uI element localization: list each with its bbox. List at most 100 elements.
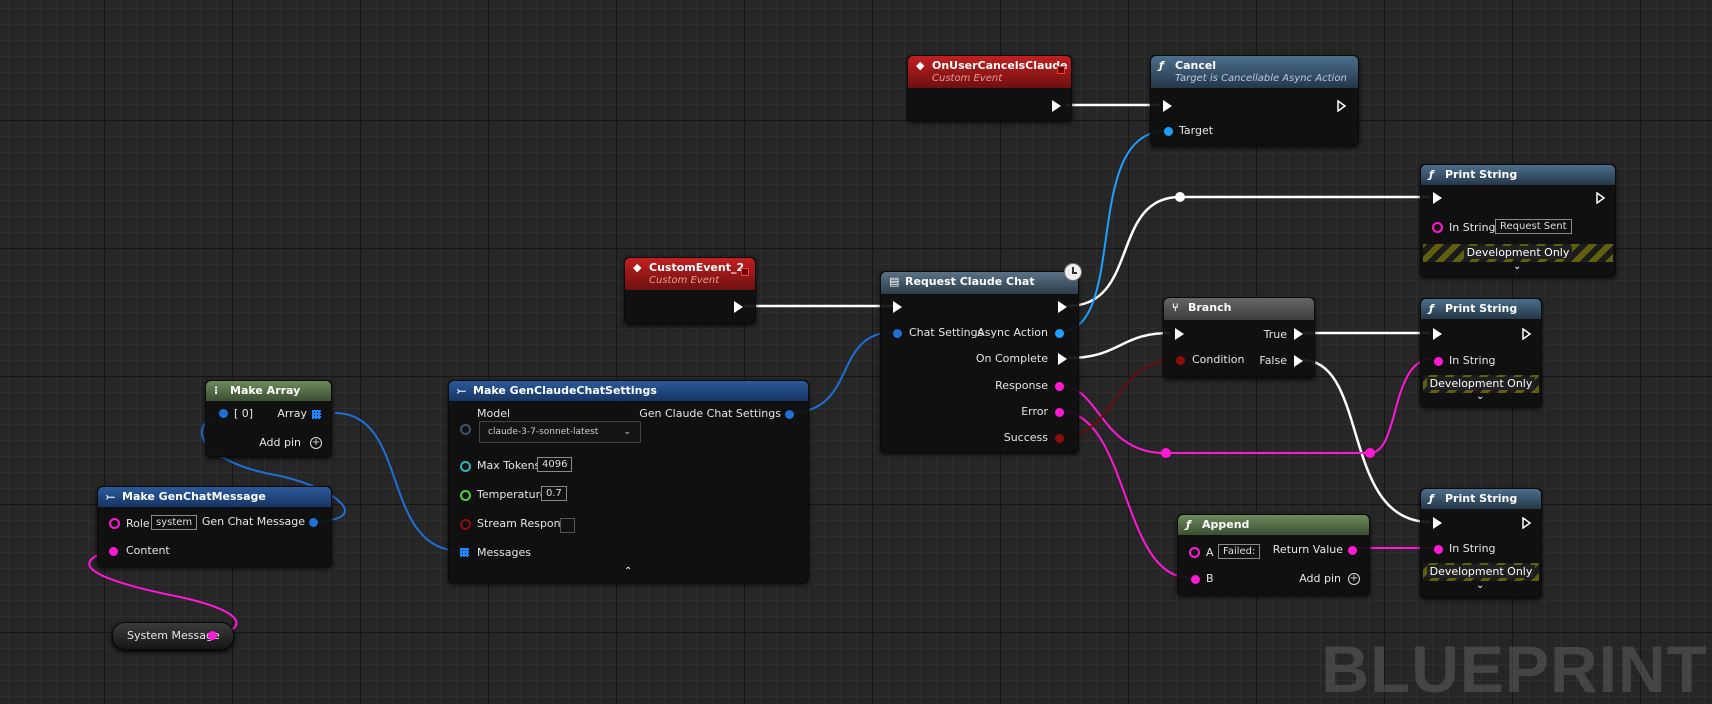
node-header[interactable]: ◆ OnUserCancelsClaude Custom Event (908, 56, 1071, 88)
node-header[interactable]: ƒ Append (1178, 515, 1369, 535)
node-make-gen-chat-message[interactable]: ⤚ Make GenChatMessage Role system Gen Ch… (97, 486, 332, 567)
node-branch[interactable]: ⑂ Branch True Condition False (1163, 297, 1315, 378)
error-output-pin[interactable] (1055, 408, 1064, 417)
exec-input-pin[interactable] (893, 301, 902, 313)
stream-response-checkbox[interactable] (560, 518, 575, 533)
model-value: claude-3-7-sonnet-latest (488, 427, 599, 437)
node-header[interactable]: ⤚ Make GenClaudeChatSettings (449, 381, 808, 401)
settings-output-pin[interactable] (785, 410, 794, 419)
expand-chevron-icon[interactable]: ⌄ (1476, 581, 1484, 591)
exec-output-pin[interactable] (1522, 517, 1532, 529)
add-pin-icon[interactable]: + (1348, 573, 1360, 585)
stream-response-input-pin[interactable] (460, 519, 471, 530)
array-output-label: Array (277, 407, 307, 420)
variable-system-message[interactable]: System Message (112, 622, 234, 650)
node-print-string-false[interactable]: ƒ Print String In String Development Onl… (1420, 488, 1542, 598)
expand-chevron-icon[interactable]: ⌄ (1476, 392, 1484, 402)
node-header[interactable]: ƒ Print String (1421, 165, 1615, 185)
delegate-pin-icon[interactable] (1057, 66, 1065, 74)
message-output-pin[interactable] (309, 518, 318, 527)
exec-output-pin[interactable] (1522, 328, 1532, 340)
model-dropdown[interactable]: claude-3-7-sonnet-latest ⌄ (479, 421, 641, 443)
node-header[interactable]: ◆ CustomEvent_2 Custom Event (625, 258, 755, 290)
exec-output-pin[interactable] (1052, 100, 1061, 112)
success-output-pin[interactable] (1055, 434, 1064, 443)
in-string-input-pin[interactable] (1434, 545, 1443, 554)
reroute-knot-string-a[interactable] (1161, 448, 1171, 458)
node-on-user-cancels-claude[interactable]: ◆ OnUserCancelsClaude Custom Event (907, 55, 1072, 121)
a-value-field[interactable]: Failed: (1218, 544, 1261, 559)
latent-clock-icon (1064, 263, 1082, 281)
node-print-string-true[interactable]: ƒ Print String In String Development Onl… (1420, 298, 1542, 407)
make-struct-icon: ⤚ (457, 384, 466, 397)
expand-chevron-icon[interactable]: ⌄ (1513, 262, 1521, 272)
node-append[interactable]: ƒ Append A Failed: Return Value B Add pi… (1177, 514, 1370, 595)
response-output-pin[interactable] (1055, 382, 1064, 391)
messages-input-pin[interactable] (460, 548, 469, 557)
target-input-pin[interactable] (1164, 127, 1173, 136)
add-pin-icon[interactable]: + (310, 437, 322, 449)
node-header[interactable]: ⁝ Make Array (206, 381, 331, 401)
false-exec-pin[interactable] (1294, 355, 1303, 367)
node-header[interactable]: ƒ Print String (1421, 299, 1541, 319)
in-string-input-pin[interactable] (1434, 357, 1443, 366)
node-header[interactable]: ▤ Request Claude Chat (881, 272, 1078, 294)
collapse-chevron-icon[interactable]: ⌃ (624, 567, 632, 577)
node-header[interactable]: ƒ Print String (1421, 489, 1541, 509)
add-pin-label[interactable]: Add pin (1299, 572, 1341, 586)
async-action-output-pin[interactable] (1055, 329, 1064, 338)
condition-label: Condition (1192, 353, 1245, 366)
exec-input-pin[interactable] (1433, 517, 1442, 529)
reroute-knot-exec[interactable] (1175, 192, 1185, 202)
exec-input-pin[interactable] (1163, 100, 1172, 112)
content-input-pin[interactable] (109, 547, 118, 556)
wire-false-print3 (1301, 358, 1431, 524)
condition-input-pin[interactable] (1176, 356, 1185, 365)
delegate-pin-icon[interactable] (741, 268, 749, 276)
node-print-string-request-sent[interactable]: ƒ Print String In String Request Sent De… (1420, 164, 1616, 277)
node-request-claude-chat[interactable]: ▤ Request Claude Chat Chat Settings Asyn… (880, 263, 1082, 453)
node-subtitle: Custom Event (649, 275, 720, 286)
chat-settings-input-pin[interactable] (893, 329, 902, 338)
exec-output-pin[interactable] (734, 301, 743, 313)
role-value-field[interactable]: system (151, 515, 198, 530)
blueprint-graph-canvas[interactable]: ◆ OnUserCancelsClaude Custom Event ƒ Can… (0, 0, 1712, 704)
exec-input-pin[interactable] (1433, 328, 1442, 340)
a-input-pin[interactable] (1189, 547, 1200, 558)
reroute-knot-string-b[interactable] (1365, 448, 1375, 458)
role-input-pin[interactable] (109, 518, 120, 529)
node-make-array[interactable]: ⁝ Make Array [ 0] Array Add pin + (205, 380, 332, 457)
model-input-pin[interactable] (460, 424, 471, 435)
max-tokens-input-pin[interactable] (460, 461, 471, 472)
node-header[interactable]: ƒ Cancel Target is Cancellable Async Act… (1151, 56, 1358, 88)
exec-input-pin[interactable] (1175, 328, 1184, 340)
node-header[interactable]: ⤚ Make GenChatMessage (98, 487, 331, 507)
node-make-gen-claude-chat-settings[interactable]: ⤚ Make GenClaudeChatSettings Model claud… (448, 380, 809, 583)
temperature-field[interactable]: 0.7 (541, 486, 567, 501)
b-input-pin[interactable] (1191, 575, 1200, 584)
temperature-label: Temperature (477, 488, 547, 501)
node-title: Branch (1188, 301, 1232, 314)
exec-output-pin[interactable] (1596, 192, 1606, 204)
b-label: B (1206, 572, 1214, 585)
wire-array-messages (334, 412, 462, 552)
temperature-input-pin[interactable] (460, 490, 471, 501)
exec-output-pin[interactable] (1058, 301, 1067, 313)
node-custom-event-2[interactable]: ◆ CustomEvent_2 Custom Event (624, 257, 756, 324)
add-pin-label[interactable]: Add pin (259, 436, 301, 450)
on-complete-exec-pin[interactable] (1058, 353, 1067, 365)
exec-output-pin[interactable] (1337, 100, 1347, 112)
exec-input-pin[interactable] (1433, 192, 1442, 204)
true-exec-pin[interactable] (1294, 328, 1303, 340)
node-cancel[interactable]: ƒ Cancel Target is Cancellable Async Act… (1150, 55, 1359, 146)
element-0-input-pin[interactable] (219, 409, 228, 418)
in-string-value-field[interactable]: Request Sent (1495, 219, 1572, 234)
in-string-input-pin[interactable] (1432, 222, 1443, 233)
content-label: Content (126, 544, 170, 557)
variable-output-pin[interactable] (208, 631, 217, 640)
return-value-output-pin[interactable] (1348, 546, 1357, 555)
max-tokens-field[interactable]: 4096 (537, 457, 573, 472)
node-header[interactable]: ⑂ Branch (1164, 298, 1314, 320)
array-output-pin[interactable] (312, 410, 321, 419)
chevron-down-icon: ⌄ (623, 427, 631, 437)
